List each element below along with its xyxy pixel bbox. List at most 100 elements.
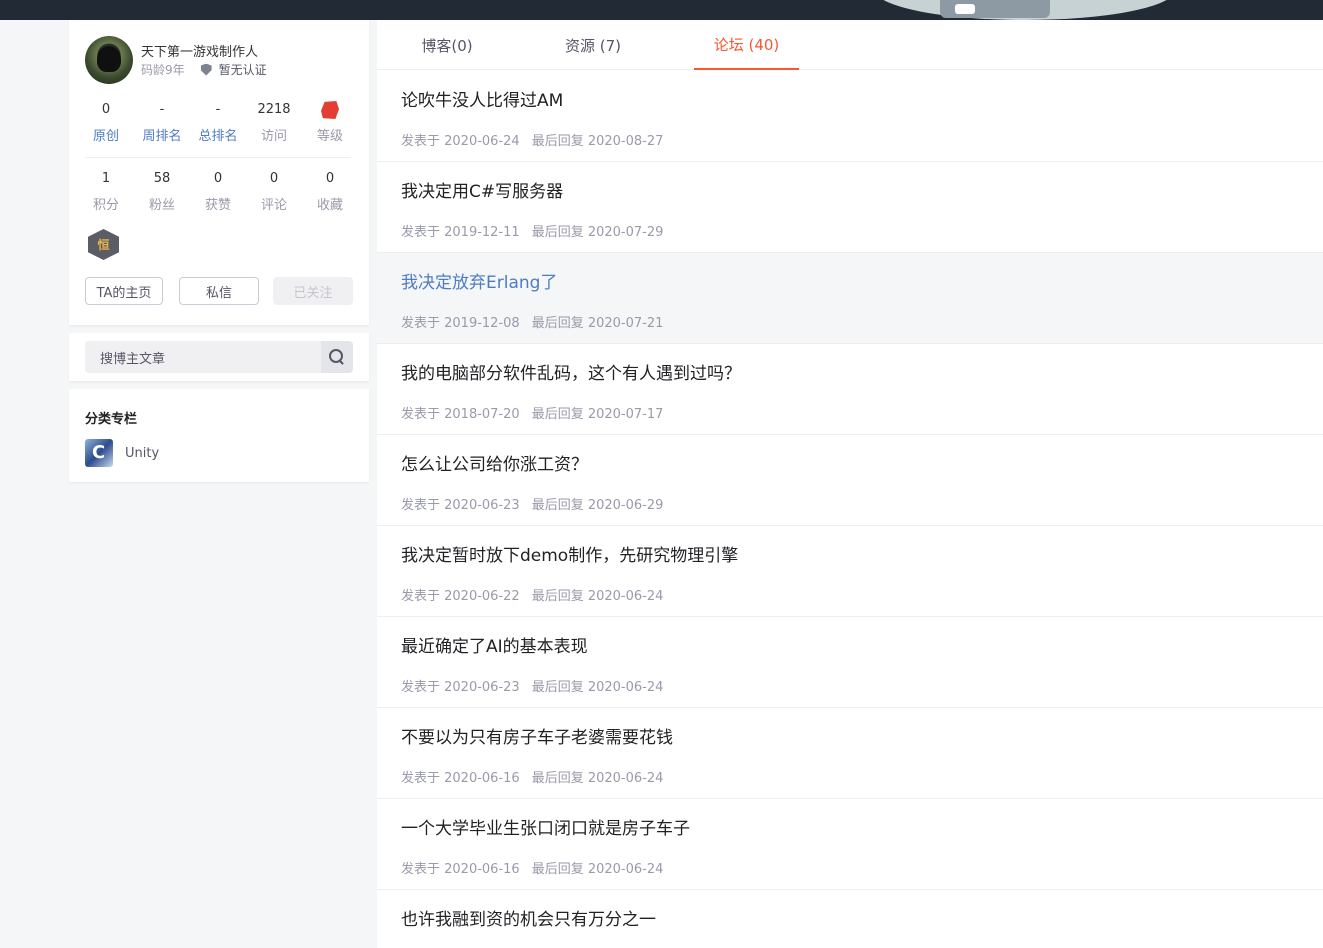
stat-week-rank[interactable]: - 周排名 — [134, 100, 190, 144]
post-info: 发表于 2020-06-24 最后回复 2020-08-27 — [401, 130, 663, 149]
tab-resources[interactable]: 资源 (7) — [561, 20, 625, 70]
stat-points: 1 积分 — [78, 169, 134, 213]
stat-value: 1 — [101, 171, 111, 186]
post-title[interactable]: 不要以为只有房子车子老婆需要花钱 — [401, 723, 673, 748]
category-card: 分类专栏 Unity — [69, 389, 369, 482]
stat-label: 获赞 — [204, 198, 231, 213]
list-item[interactable]: 我的电脑部分软件乱码，这个有人遇到过吗？ 发表于 2018-07-20 最后回复 … — [377, 344, 1323, 435]
last-reply-date: 最后回复 2020-06-24 — [531, 680, 664, 695]
code-age: 码龄9年 — [141, 63, 185, 77]
stat-value: - — [215, 102, 221, 117]
category-title: 分类专栏 — [85, 412, 138, 427]
stat-label: 访问 — [260, 129, 287, 144]
search-icon — [329, 349, 345, 365]
stat-value: - — [159, 102, 165, 117]
post-title[interactable]: 怎么让公司给你涨工资？ — [401, 450, 588, 475]
list-item[interactable]: 我决定暂时放下demo制作，先研究物理引擎 发表于 2020-06-22 最后回复… — [377, 526, 1323, 617]
post-date: 发表于 2020-06-23 — [401, 680, 520, 695]
list-item[interactable]: 一个大学毕业生张口闭口就是房子车子 发表于 2020-06-16 最后回复 202… — [377, 799, 1323, 890]
tab-forum[interactable]: 论坛 (40) — [694, 20, 799, 70]
post-info: 发表于 2020-06-23 最后回复 2020-06-29 — [401, 494, 663, 513]
list-item[interactable]: 最近确定了AI的基本表现 发表于 2020-06-23 最后回复 2020-06-… — [377, 617, 1323, 708]
stat-value: 0 — [101, 102, 111, 117]
followed-button[interactable]: 已关注 — [273, 277, 353, 305]
stat-value — [302, 100, 358, 120]
list-item[interactable]: 我决定放弃Erlang了 发表于 2019-12-08 最后回复 2020-07-… — [377, 253, 1323, 344]
avatar[interactable] — [85, 36, 133, 84]
list-item[interactable]: 不要以为只有房子车子老婆需要花钱 发表于 2020-06-16 最后回复 2020… — [377, 708, 1323, 799]
post-info: 发表于 2020-06-23 最后回复 2020-06-24 — [401, 676, 663, 695]
stat-value: 2218 — [257, 102, 291, 117]
last-reply-date: 最后回复 2020-07-21 — [531, 316, 664, 331]
forum-post-list: 论吹牛没人比得过AM 发表于 2020-06-24 最后回复 2020-08-27… — [377, 71, 1323, 948]
certification-status: 暂无认证 — [218, 63, 267, 77]
post-date: 发表于 2020-06-24 — [401, 134, 520, 149]
username[interactable]: 天下第一游戏制作人 — [141, 41, 258, 60]
badge-char: 恒 — [97, 238, 110, 252]
stat-label: 粉丝 — [148, 198, 175, 213]
post-title[interactable]: 最近确定了AI的基本表现 — [401, 632, 588, 657]
category-item-unity[interactable]: Unity — [85, 439, 159, 467]
level-icon — [321, 101, 339, 119]
stat-label: 周排名 — [142, 129, 182, 144]
list-item[interactable]: 我决定用C#写服务器 发表于 2019-12-11 最后回复 2020-07-29 — [377, 162, 1323, 253]
last-reply-date: 最后回复 2020-06-24 — [531, 771, 664, 786]
stat-label: 等级 — [316, 129, 343, 144]
last-reply-date: 最后回复 2020-06-24 — [531, 862, 664, 877]
stat-label: 评论 — [260, 198, 287, 213]
tab-bar: 博客(0) 资源 (7) 论坛 (40) — [377, 20, 1323, 70]
main-content: 博客(0) 资源 (7) 论坛 (40) 论吹牛没人比得过AM 发表于 2020… — [377, 20, 1323, 948]
post-title[interactable]: 我的电脑部分软件乱码，这个有人遇到过吗？ — [401, 359, 741, 384]
post-info: 发表于 2018-07-20 最后回复 2020-07-17 — [401, 403, 663, 422]
post-title[interactable]: 也许我融到资的机会只有万分之一 — [401, 905, 656, 930]
stat-label: 收藏 — [316, 198, 343, 213]
ta-homepage-button[interactable]: TA的主页 — [85, 277, 163, 305]
shield-icon — [200, 63, 212, 76]
post-info: 发表于 2020-06-16 最后回复 2020-06-24 — [401, 858, 663, 877]
tab-blog[interactable]: 博客(0) — [417, 20, 477, 70]
post-info: 发表于 2019-12-08 最后回复 2020-07-21 — [401, 312, 663, 331]
category-thumbnail — [85, 439, 113, 467]
stats-row-2: 1 积分 58 粉丝 0 获赞 0 评论 0 收藏 — [78, 169, 360, 213]
stat-value: 58 — [153, 171, 171, 186]
stat-likes: 0 获赞 — [190, 169, 246, 213]
list-item[interactable]: 怎么让公司给你涨工资？ 发表于 2020-06-23 最后回复 2020-06-2… — [377, 435, 1323, 526]
stat-label: 原创 — [92, 129, 119, 144]
post-date: 发表于 2020-06-22 — [401, 589, 520, 604]
stat-label: 积分 — [92, 198, 119, 213]
list-item[interactable]: 论吹牛没人比得过AM 发表于 2020-06-24 最后回复 2020-08-27 — [377, 71, 1323, 162]
post-title[interactable]: 一个大学毕业生张口闭口就是房子车子 — [401, 814, 690, 839]
achievement-badge-icon[interactable]: 恒 — [88, 229, 119, 260]
post-date: 发表于 2020-06-16 — [401, 771, 520, 786]
post-info: 发表于 2020-06-16 最后回复 2020-06-24 — [401, 767, 663, 786]
stat-total-rank[interactable]: - 总排名 — [190, 100, 246, 144]
post-date: 发表于 2020-06-23 — [401, 498, 520, 513]
search-button[interactable] — [321, 341, 353, 373]
banner-decoration — [955, 4, 975, 14]
list-item[interactable]: 也许我融到资的机会只有万分之一 — [377, 890, 1323, 948]
stats-row-1: 0 原创 - 周排名 - 总排名 2218 访问 等级 — [78, 100, 360, 144]
profile-card: 天下第一游戏制作人 码龄9年 暂无认证 0 原创 - 周排名 - 总排名 221… — [69, 20, 369, 325]
profile-meta: 码龄9年 暂无认证 — [141, 61, 267, 78]
last-reply-date: 最后回复 2020-07-29 — [531, 225, 664, 240]
post-title[interactable]: 我决定暂时放下demo制作，先研究物理引擎 — [401, 541, 738, 566]
stat-fans: 58 粉丝 — [134, 169, 190, 213]
stat-original[interactable]: 0 原创 — [78, 100, 134, 144]
stat-label: 总排名 — [198, 129, 238, 144]
search-input[interactable]: 搜博主文章 — [85, 341, 321, 373]
stat-value: 0 — [213, 171, 223, 186]
post-title[interactable]: 我决定放弃Erlang了 — [401, 268, 557, 293]
last-reply-date: 最后回复 2020-07-17 — [531, 407, 664, 422]
post-title[interactable]: 论吹牛没人比得过AM — [401, 86, 563, 111]
top-banner — [0, 0, 1323, 20]
stat-comments: 0 评论 — [246, 169, 302, 213]
stat-level[interactable]: 等级 — [302, 100, 358, 144]
post-date: 发表于 2019-12-11 — [401, 225, 520, 240]
last-reply-date: 最后回复 2020-08-27 — [531, 134, 664, 149]
private-message-button[interactable]: 私信 — [179, 277, 259, 305]
post-title[interactable]: 我决定用C#写服务器 — [401, 177, 563, 202]
post-date: 发表于 2019-12-08 — [401, 316, 520, 331]
post-info: 发表于 2019-12-11 最后回复 2020-07-29 — [401, 221, 663, 240]
category-name: Unity — [125, 445, 160, 461]
stat-value: 0 — [269, 171, 279, 186]
